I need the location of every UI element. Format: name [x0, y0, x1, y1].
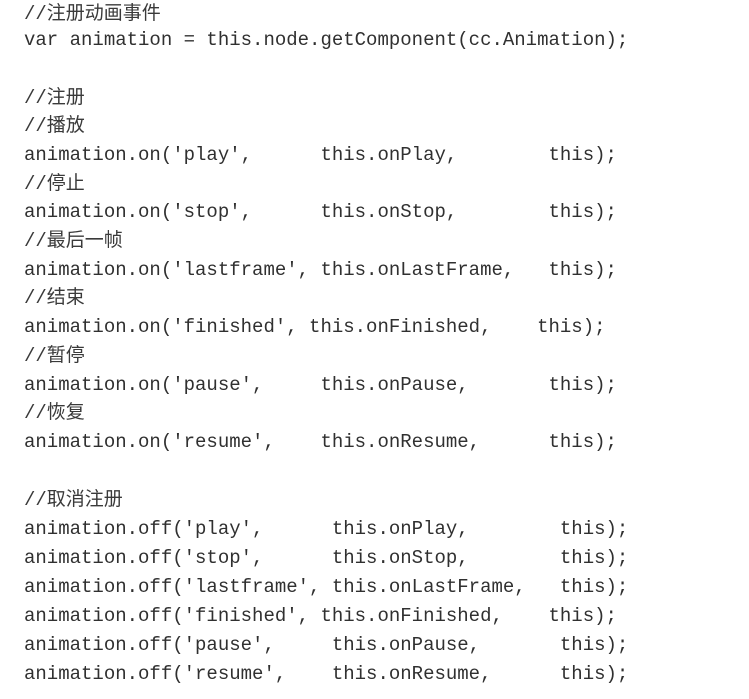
comment-register-animation-events: //注册动画事件 [24, 3, 161, 25]
comment-play: //播放 [24, 115, 85, 137]
code-line-on-pause: animation.on('pause', this.onPause, this… [24, 374, 617, 396]
code-line-on-play: animation.on('play', this.onPlay, this); [24, 144, 617, 166]
comment-finished: //结束 [24, 287, 85, 309]
comment-unregister: //取消注册 [24, 489, 123, 511]
code-line-off-play: animation.off('play', this.onPlay, this)… [24, 518, 629, 540]
comment-pause: //暂停 [24, 345, 85, 367]
comment-register: //注册 [24, 87, 85, 109]
comment-resume: //恢复 [24, 402, 85, 424]
code-line-off-resume: animation.off('resume', this.onResume, t… [24, 663, 629, 685]
comment-stop: //停止 [24, 173, 85, 195]
code-line-off-lastframe: animation.off('lastframe', this.onLastFr… [24, 576, 629, 598]
code-line-off-finished: animation.off('finished', this.onFinishe… [24, 605, 617, 627]
code-line-on-resume: animation.on('resume', this.onResume, th… [24, 431, 617, 453]
comment-lastframe: //最后一帧 [24, 230, 123, 252]
code-line-off-pause: animation.off('pause', this.onPause, thi… [24, 634, 629, 656]
code-line-off-stop: animation.off('stop', this.onStop, this)… [24, 547, 629, 569]
code-listing: //注册动画事件 var animation = this.node.getCo… [24, 0, 744, 699]
code-line-on-stop: animation.on('stop', this.onStop, this); [24, 201, 617, 223]
code-line-get-component: var animation = this.node.getComponent(c… [24, 29, 629, 51]
code-line-on-finished: animation.on('finished', this.onFinished… [24, 316, 606, 338]
code-line-on-lastframe: animation.on('lastframe', this.onLastFra… [24, 259, 617, 281]
